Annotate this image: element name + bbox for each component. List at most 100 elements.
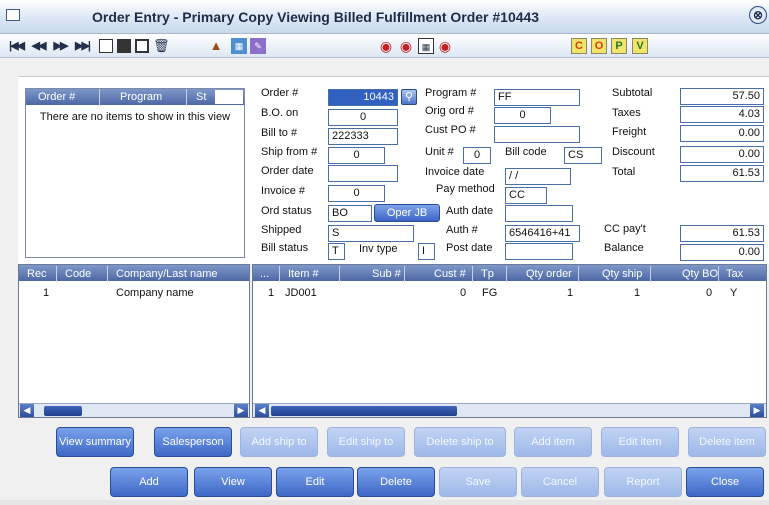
salesperson-button[interactable]: Salesperson (154, 427, 232, 457)
column-code[interactable]: Code (65, 268, 91, 280)
window-icon[interactable] (6, 9, 20, 21)
column-tp[interactable]: Tp (481, 268, 494, 280)
unit-field[interactable]: 0 (463, 147, 491, 164)
scroll-left-icon[interactable]: ◀ (20, 404, 34, 417)
grid-icon[interactable]: ▦ (231, 38, 247, 54)
view-summary-button[interactable]: View summary (56, 427, 134, 457)
cust-po-field[interactable] (494, 126, 580, 143)
cancel-button[interactable]: Cancel (521, 467, 599, 497)
column-status[interactable]: St (196, 91, 206, 103)
add-button[interactable]: Add (110, 467, 188, 497)
bill-to-field[interactable]: 222333 (328, 128, 398, 145)
report-button[interactable]: Report (604, 467, 682, 497)
column-tax[interactable]: Tax (726, 268, 743, 280)
previous-record-icon[interactable]: ◀◀ (30, 38, 47, 54)
customer-row-rec[interactable]: 1 (43, 287, 49, 299)
items-scroll-thumb[interactable] (271, 406, 457, 416)
column-order-no[interactable]: Order # (38, 91, 75, 103)
balance-field[interactable]: 0.00 (680, 244, 764, 261)
column-company[interactable]: Company/Last name (116, 268, 218, 280)
item-row-qty-bo[interactable]: 0 (706, 287, 712, 299)
column-qty-order[interactable]: Qty order (526, 268, 572, 280)
delete-item-button[interactable]: Delete item (688, 427, 766, 457)
ord-status-field[interactable]: BO (328, 205, 372, 222)
item-row-number[interactable]: 1 (268, 287, 274, 299)
p-letter-icon[interactable]: P (611, 38, 627, 54)
customer-scroll-thumb[interactable] (44, 406, 82, 416)
discount-field[interactable]: 0.00 (680, 146, 764, 163)
column-qty-bo[interactable]: Qty BO (682, 268, 718, 280)
close-button[interactable]: Close (686, 467, 764, 497)
close-icon[interactable]: ⊗ (749, 6, 767, 24)
c-letter-icon[interactable]: C (571, 38, 587, 54)
first-record-icon[interactable]: |◀◀ (8, 38, 25, 54)
program-field[interactable]: FF (494, 89, 580, 106)
search-list-icon[interactable]: ◉ (437, 38, 453, 54)
auth-no-field[interactable]: 6546416+41 (505, 225, 580, 242)
last-record-icon[interactable]: ▶▶| (74, 38, 91, 54)
total-field[interactable]: 61.53 (680, 165, 764, 182)
orig-ord-field[interactable]: 0 (494, 107, 551, 124)
save-button[interactable]: Save (439, 467, 517, 497)
bill-status-field[interactable]: T (328, 243, 345, 260)
new-document-icon[interactable] (99, 39, 113, 53)
customer-row-name[interactable]: Company name (116, 287, 194, 299)
delete-button[interactable]: Delete (357, 467, 435, 497)
column-rec[interactable]: Rec (27, 268, 47, 280)
taxes-field[interactable]: 4.03 (680, 106, 764, 123)
v-letter-icon[interactable]: V (632, 38, 648, 54)
post-date-label: Post date (446, 242, 493, 254)
column-program[interactable]: Program (120, 91, 162, 103)
subtotal-field[interactable]: 57.50 (680, 88, 764, 105)
items-scroll-left-icon[interactable]: ◀ (255, 404, 269, 417)
item-row-tp[interactable]: FG (482, 287, 497, 299)
column-qty-ship[interactable]: Qty ship (602, 268, 642, 280)
edit-item-button[interactable]: Edit item (601, 427, 679, 457)
search-detail-icon[interactable]: ◉ (398, 38, 414, 54)
shipped-field[interactable]: S (328, 225, 414, 242)
inv-type-field[interactable]: I (418, 243, 435, 260)
o-letter-icon[interactable]: O (591, 38, 607, 54)
cc-payt-field[interactable]: 61.53 (680, 225, 764, 242)
edit-form-icon[interactable]: ✎ (250, 38, 266, 54)
add-item-button[interactable]: Add item (514, 427, 592, 457)
bo-on-field[interactable]: 0 (328, 109, 398, 126)
delete-ship-to-button[interactable]: Delete ship to (414, 427, 506, 457)
table-icon[interactable]: ▦ (418, 38, 434, 54)
item-row-qty-order[interactable]: 1 (567, 287, 573, 299)
column-item-no[interactable]: Item # (288, 268, 319, 280)
pay-method-field[interactable]: CC (505, 187, 547, 204)
freight-field[interactable]: 0.00 (680, 125, 764, 142)
edit-ship-to-button[interactable]: Edit ship to (327, 427, 405, 457)
column-sub-no[interactable]: Sub # (372, 268, 401, 280)
add-ship-to-button[interactable]: Add ship to (240, 427, 318, 457)
column-row-number[interactable]: ... (260, 268, 269, 280)
item-row-qty-ship[interactable]: 1 (634, 287, 640, 299)
ship-from-field[interactable]: 0 (328, 147, 385, 164)
items-scroll-right-icon[interactable]: ▶ (750, 404, 764, 417)
view-button[interactable]: View (194, 467, 272, 497)
item-row-item[interactable]: JD001 (285, 287, 317, 299)
invoice-date-field[interactable]: / / (505, 168, 571, 185)
edit-button[interactable]: Edit (276, 467, 354, 497)
bill-code-field[interactable]: CS (564, 147, 602, 164)
post-date-field[interactable] (505, 243, 573, 260)
order-date-field[interactable] (328, 165, 398, 182)
items-grid[interactable] (252, 264, 767, 418)
order-no-field[interactable]: 10443 (328, 89, 398, 106)
next-record-icon[interactable]: ▶▶ (52, 38, 69, 54)
auth-date-field[interactable] (505, 205, 573, 222)
oper-jb-button[interactable]: Oper JB (374, 204, 440, 222)
item-row-cust[interactable]: 0 (460, 287, 466, 299)
column-filler (215, 90, 243, 104)
search-red-icon[interactable]: ◉ (378, 38, 394, 54)
list-icon[interactable] (117, 39, 131, 53)
import-icon[interactable]: ▲ (208, 38, 224, 54)
item-row-tax[interactable]: Y (730, 287, 737, 299)
trash-icon[interactable]: 🗑 (153, 38, 170, 54)
scroll-right-icon[interactable]: ▶ (234, 404, 248, 417)
order-search-icon[interactable]: ⚲ (401, 89, 417, 105)
invoice-no-field[interactable]: 0 (328, 185, 385, 202)
column-cust-no[interactable]: Cust # (434, 268, 466, 280)
detail-icon[interactable] (135, 39, 149, 53)
